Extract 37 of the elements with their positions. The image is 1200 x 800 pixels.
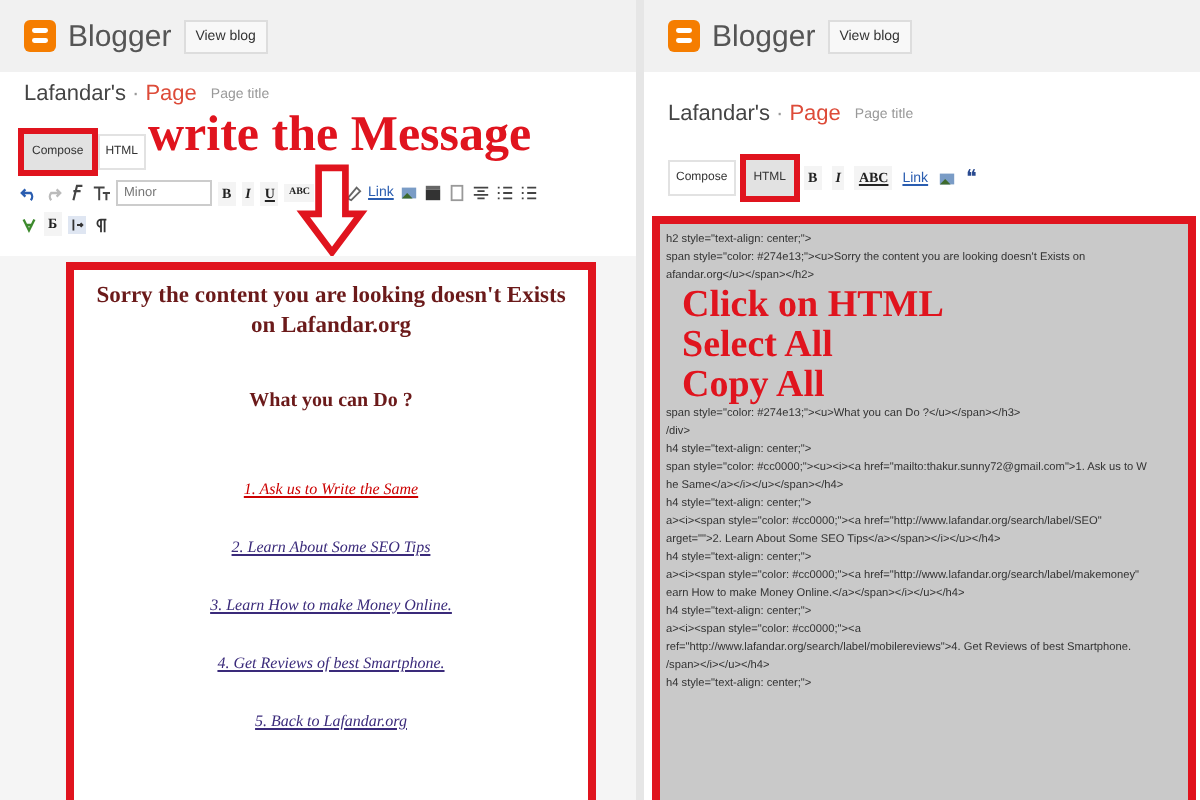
brand-name: Blogger xyxy=(712,19,816,53)
blog-name: Lafandar's xyxy=(24,82,127,106)
quote-button[interactable]: ❝ xyxy=(966,166,977,190)
align-icon[interactable] xyxy=(471,184,490,202)
content-link[interactable]: 5. Back to Lafandar.org xyxy=(255,711,407,730)
numbered-list-icon[interactable] xyxy=(495,184,514,202)
separator-dot: · xyxy=(776,102,784,126)
bullet-list-icon[interactable] xyxy=(519,184,538,202)
compose-area[interactable] xyxy=(66,262,596,800)
content-link[interactable]: 2. Learn About Some SEO Tips xyxy=(231,537,431,556)
image-icon[interactable] xyxy=(399,184,418,202)
page-label: Page xyxy=(789,102,841,126)
video-icon[interactable] xyxy=(423,184,442,202)
page-subheading: What you can Do ? xyxy=(249,389,413,412)
paragraph-icon[interactable] xyxy=(91,215,110,233)
blogger-logo-icon xyxy=(668,20,700,52)
instruction-text: Copy All xyxy=(680,366,827,406)
content-link[interactable]: 3. Learn How to make Money Online. xyxy=(210,595,452,614)
ltr-icon[interactable] xyxy=(67,215,86,233)
highlight-icon[interactable] xyxy=(344,184,363,202)
separator-dot: · xyxy=(132,82,140,106)
blogger-logo-icon xyxy=(24,20,56,52)
instruction-text: Select All xyxy=(680,326,835,366)
page-label: Page xyxy=(145,82,197,106)
brand-name: Blogger xyxy=(68,19,172,53)
instruction-text: Click on HTML xyxy=(680,286,946,326)
content-link[interactable]: 1. Ask us to Write the Same xyxy=(243,479,419,498)
font-icon[interactable] xyxy=(68,184,86,202)
text-size-icon[interactable] xyxy=(92,184,110,202)
transliteration-icon[interactable] xyxy=(20,215,38,233)
blog-name: Lafandar's xyxy=(668,102,771,126)
instruction-text: write the Message xyxy=(148,110,532,162)
page-heading: Sorry the content you are looking doesn't Exists on Lafandar.org xyxy=(94,282,568,342)
image-icon[interactable] xyxy=(938,169,957,187)
content-link[interactable]: 4. Get Reviews of best Smartphone. xyxy=(217,653,445,672)
html-editor[interactable] xyxy=(652,216,1196,800)
undo-icon[interactable] xyxy=(20,184,38,202)
